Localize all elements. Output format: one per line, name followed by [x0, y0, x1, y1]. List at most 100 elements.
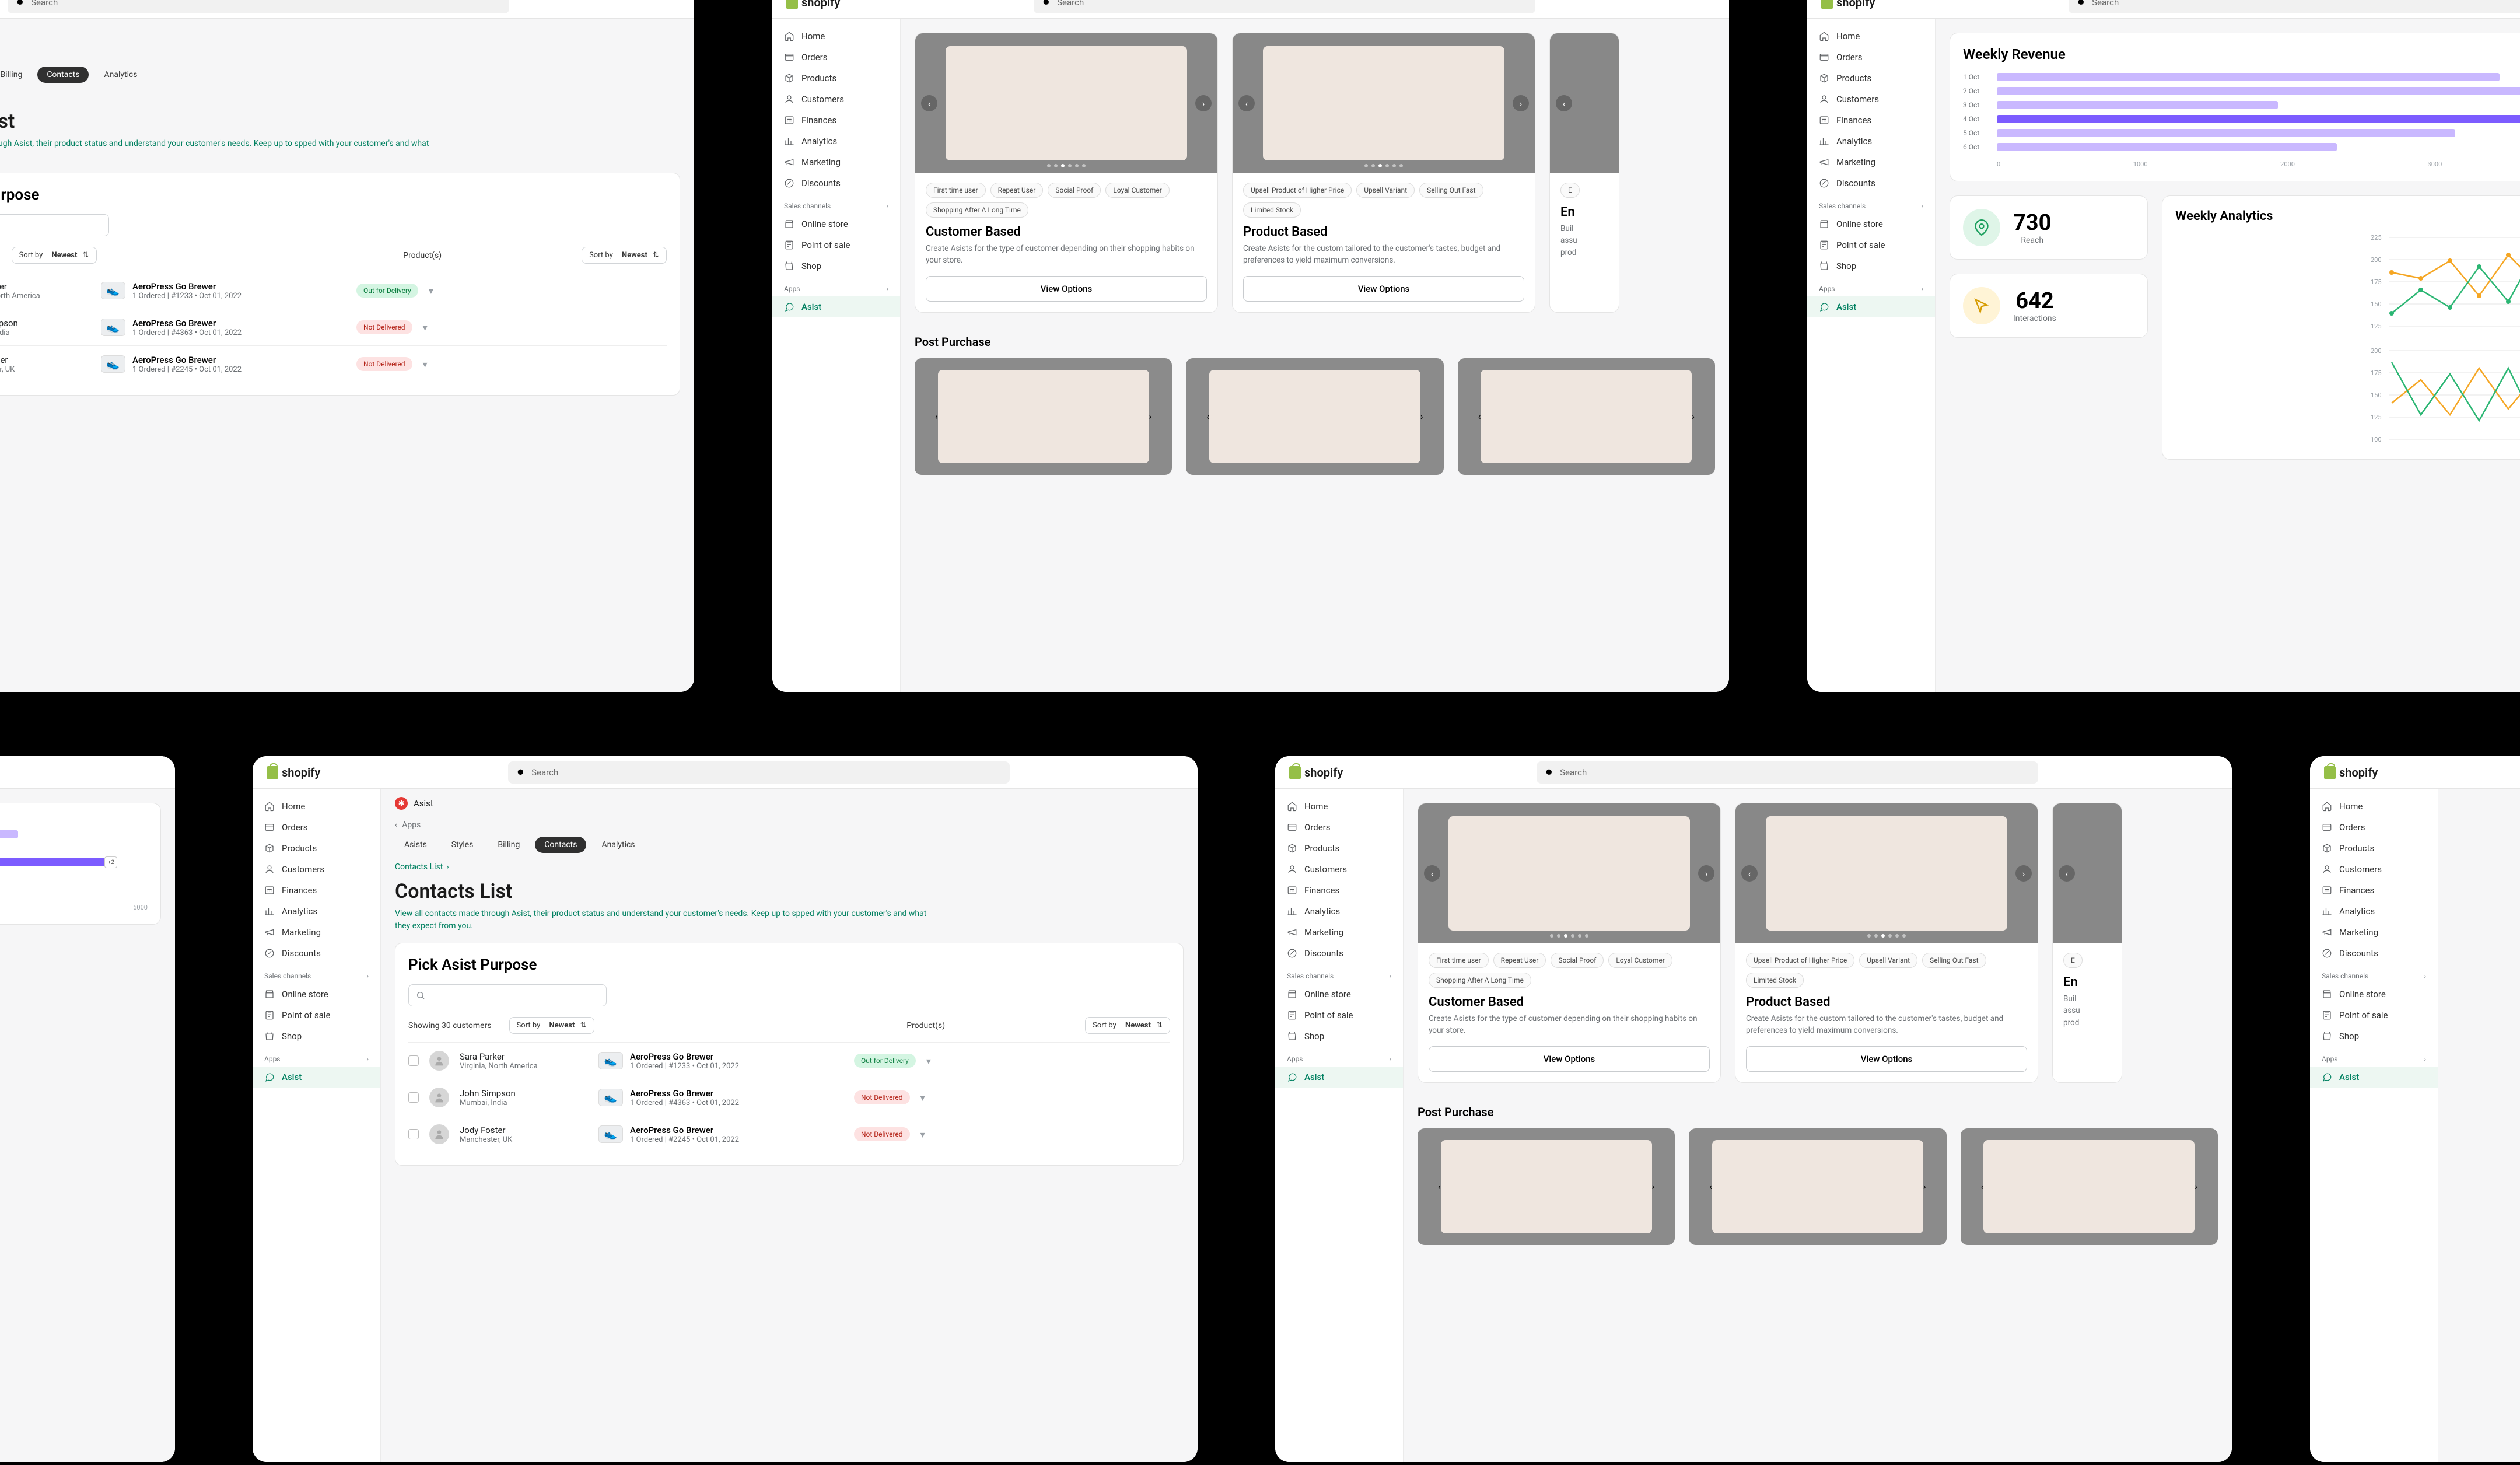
- nav-home[interactable]: Home: [1275, 796, 1403, 817]
- nav-marketing[interactable]: Marketing: [1807, 152, 1935, 173]
- nav-marketing[interactable]: Marketing: [2310, 922, 2438, 943]
- caret-down-icon[interactable]: ▾: [423, 359, 428, 370]
- nav-asist[interactable]: Asist: [2310, 1067, 2438, 1088]
- caret-down-icon[interactable]: ▾: [429, 285, 433, 296]
- breadcrumb-contacts[interactable]: Contacts List ›: [381, 853, 1198, 872]
- nav-products[interactable]: Products: [253, 838, 380, 859]
- nav-online-store[interactable]: Online store: [1807, 214, 1935, 235]
- nav-home[interactable]: Home: [1807, 26, 1935, 47]
- nav-analytics[interactable]: Analytics: [1807, 131, 1935, 152]
- filter-search[interactable]: [0, 214, 109, 236]
- card-preview[interactable]: ‹ ›: [1735, 803, 2038, 943]
- nav-online-store[interactable]: Online store: [1275, 984, 1403, 1005]
- chip-tag[interactable]: Repeat User: [1493, 953, 1546, 968]
- nav-products[interactable]: Products: [2310, 838, 2438, 859]
- nav-marketing[interactable]: Marketing: [253, 922, 380, 943]
- contact-row[interactable]: Sara ParkerVirginia, North America 👟 Aer…: [0, 272, 667, 309]
- nav-discounts[interactable]: Discounts: [1807, 173, 1935, 194]
- nav-point-of-sale[interactable]: Point of sale: [253, 1005, 380, 1026]
- nav-discounts[interactable]: Discounts: [1275, 943, 1403, 964]
- nav-section-apps[interactable]: Apps›: [253, 1047, 380, 1067]
- prev-arrow-right[interactable]: ›: [1698, 865, 1714, 882]
- nav-shop[interactable]: Shop: [253, 1026, 380, 1047]
- nav-section-sales[interactable]: Sales channels›: [772, 194, 900, 214]
- nav-shop[interactable]: Shop: [2310, 1026, 2438, 1047]
- prev-arrow-right[interactable]: ›: [1195, 95, 1212, 111]
- chip-tag[interactable]: First time user: [926, 183, 986, 198]
- chip-tag[interactable]: Social Proof: [1048, 183, 1101, 198]
- sort-dropdown[interactable]: Sort by Newest ⇅: [12, 247, 97, 264]
- nav-orders[interactable]: Orders: [253, 817, 380, 838]
- nav-point-of-sale[interactable]: Point of sale: [1807, 235, 1935, 256]
- nav-analytics[interactable]: Analytics: [2310, 901, 2438, 922]
- nav-point-of-sale[interactable]: Point of sale: [1275, 1005, 1403, 1026]
- view-options-button[interactable]: View Options: [1243, 276, 1524, 302]
- nav-section-sales[interactable]: Sales channels›: [1275, 964, 1403, 984]
- breadcrumb-contacts[interactable]: Contacts List ›: [0, 83, 694, 102]
- chip-tag[interactable]: First time user: [1429, 953, 1489, 968]
- filter-search[interactable]: [408, 984, 607, 1006]
- view-options-button[interactable]: View Options: [926, 276, 1207, 302]
- caret-down-icon[interactable]: ▾: [921, 1129, 925, 1140]
- nav-section-apps[interactable]: Apps›: [1275, 1047, 1403, 1067]
- row-checkbox[interactable]: [408, 1092, 419, 1103]
- preview-tile[interactable]: ‹›: [1689, 1128, 1946, 1245]
- nav-products[interactable]: Products: [1807, 68, 1935, 89]
- preview-tile[interactable]: ‹›: [915, 358, 1172, 475]
- nav-customers[interactable]: Customers: [772, 89, 900, 110]
- nav-finances[interactable]: Finances: [1807, 110, 1935, 131]
- nav-orders[interactable]: Orders: [1275, 817, 1403, 838]
- chip-tag[interactable]: Shopping After A Long Time: [1429, 973, 1531, 988]
- nav-discounts[interactable]: Discounts: [772, 173, 900, 194]
- nav-finances[interactable]: Finances: [1275, 880, 1403, 901]
- prev-arrow-right[interactable]: ›: [1149, 411, 1152, 422]
- prev-arrow-left[interactable]: ‹: [1741, 865, 1758, 882]
- chip-tag[interactable]: Loyal Customer: [1608, 953, 1672, 968]
- nav-section-apps[interactable]: Apps›: [772, 277, 900, 296]
- nav-analytics[interactable]: Analytics: [772, 131, 900, 152]
- nav-point-of-sale[interactable]: Point of sale: [772, 235, 900, 256]
- contact-row[interactable]: John SimpsonMumbai, India 👟 AeroPress Go…: [408, 1079, 1170, 1116]
- card-preview[interactable]: ‹ ›: [1233, 33, 1535, 173]
- caret-down-icon[interactable]: ▾: [921, 1092, 925, 1103]
- nav-section-sales[interactable]: Sales channels›: [253, 964, 380, 984]
- chip-tag[interactable]: Loyal Customer: [1105, 183, 1169, 198]
- tab-billing[interactable]: Billing: [0, 67, 32, 83]
- chip-tag[interactable]: Limited Stock: [1746, 973, 1804, 988]
- nav-asist[interactable]: Asist: [772, 296, 900, 317]
- contact-row[interactable]: John SimpsonMumbai, India 👟 AeroPress Go…: [0, 309, 667, 345]
- nav-point-of-sale[interactable]: Point of sale: [2310, 1005, 2438, 1026]
- nav-customers[interactable]: Customers: [253, 859, 380, 880]
- row-checkbox[interactable]: [408, 1055, 419, 1066]
- chip-tag[interactable]: Repeat User: [991, 183, 1044, 198]
- nav-customers[interactable]: Customers: [1275, 859, 1403, 880]
- tab-contacts[interactable]: Contacts: [535, 837, 586, 853]
- prev-arrow-left[interactable]: ‹: [1238, 95, 1255, 111]
- nav-section-apps[interactable]: Apps›: [1807, 277, 1935, 296]
- preview-tile[interactable]: ‹›: [1418, 1128, 1675, 1245]
- nav-orders[interactable]: Orders: [772, 47, 900, 68]
- chip-tag[interactable]: Upsell Product of Higher Price: [1746, 953, 1854, 968]
- prev-arrow-right[interactable]: ›: [1513, 95, 1529, 111]
- prev-arrow-left[interactable]: ‹: [935, 411, 938, 422]
- nav-shop[interactable]: Shop: [1807, 256, 1935, 277]
- prev-arrow-right[interactable]: ›: [2015, 865, 2032, 882]
- caret-down-icon[interactable]: ▾: [423, 322, 428, 333]
- nav-products[interactable]: Products: [1275, 838, 1403, 859]
- nav-orders[interactable]: Orders: [1807, 47, 1935, 68]
- tab-analytics[interactable]: Analytics: [592, 837, 644, 853]
- tab-styles[interactable]: Styles: [442, 837, 483, 853]
- tab-analytics[interactable]: Analytics: [94, 67, 146, 83]
- tab-contacts[interactable]: Contacts: [37, 67, 89, 83]
- sort-dropdown[interactable]: Sort by Newest ⇅: [509, 1017, 594, 1034]
- nav-analytics[interactable]: Analytics: [1275, 901, 1403, 922]
- sort-dropdown-2[interactable]: Sort by Newest ⇅: [582, 247, 667, 264]
- nav-online-store[interactable]: Online store: [253, 984, 380, 1005]
- nav-shop[interactable]: Shop: [1275, 1026, 1403, 1047]
- global-search[interactable]: Search: [8, 0, 509, 13]
- nav-section-sales[interactable]: Sales channels›: [1807, 194, 1935, 214]
- tab-asists[interactable]: Asists: [395, 837, 436, 853]
- preview-tile[interactable]: ‹›: [1961, 1128, 2218, 1245]
- chip-tag[interactable]: Upsell Product of Higher Price: [1243, 183, 1352, 198]
- global-search[interactable]: Search: [508, 761, 1010, 784]
